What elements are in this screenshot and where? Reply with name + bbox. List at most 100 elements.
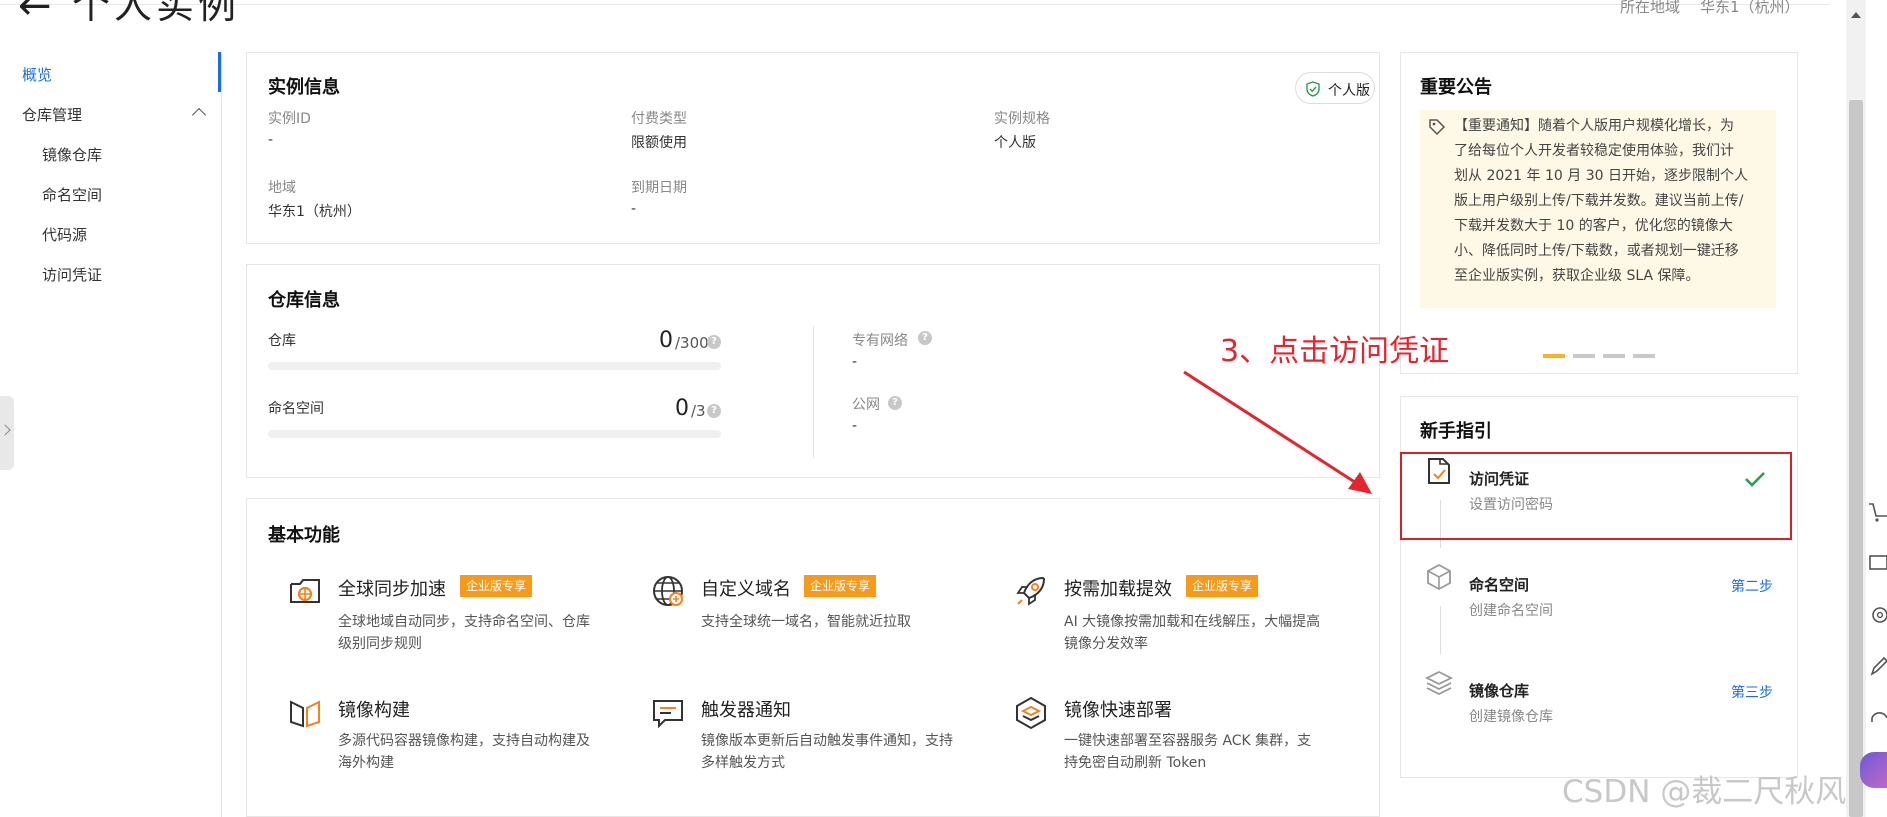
billing-type-value: 限额使用 — [631, 135, 687, 151]
announcement-line: 至企业版实例，获取企业级 SLA 保障。 — [1454, 268, 1700, 284]
back-arrow-icon[interactable]: ← — [18, 0, 52, 26]
shield-check-icon — [1306, 81, 1320, 97]
announcement-line: 【重要通知】随着个人版用户规模化增长，为 — [1454, 118, 1734, 134]
scroll-up-icon[interactable] — [1851, 12, 1861, 18]
carousel-dot[interactable] — [1603, 354, 1625, 358]
announcement-title: 重要公告 — [1420, 77, 1492, 98]
trigger-icon — [653, 700, 683, 729]
edit-icon[interactable] — [1866, 652, 1887, 682]
sidebar-item-code-source[interactable]: 代码源 — [42, 224, 87, 245]
edition-badge: 个人版 — [1295, 72, 1375, 104]
announcement-line: 版上用户级别上传/下载并发数。建议当前上传/ — [1454, 193, 1744, 209]
instance-id-value: - — [268, 132, 274, 148]
enterprise-tag: 企业版专享 — [460, 575, 533, 597]
features-card — [246, 498, 1380, 817]
expiry-date-label: 到期日期 — [631, 180, 687, 196]
feature-desc: AI 大镜像按需加载和在线解压，大幅提高 — [1064, 614, 1321, 630]
region-field-value: 华东1（杭州） — [268, 204, 361, 220]
namespace-usage-bar — [268, 430, 721, 438]
deploy-icon — [1016, 696, 1046, 730]
help-icon[interactable]: ? — [918, 331, 932, 345]
repo-info-divider — [813, 326, 814, 458]
help-icon[interactable]: ? — [707, 335, 721, 349]
repo-count-label: 仓库 — [268, 333, 296, 349]
layers-icon — [1424, 670, 1454, 696]
sidebar-item-namespace[interactable]: 命名空间 — [42, 184, 102, 205]
guide-step-title[interactable]: 命名空间 — [1469, 574, 1529, 595]
enterprise-tag: 企业版专享 — [804, 575, 877, 597]
header-divider — [0, 4, 1830, 5]
feature-desc: 多样触发方式 — [701, 755, 785, 771]
guide-connector — [1440, 606, 1441, 654]
feature-desc: 全球地域自动同步，支持命名空间、仓库 — [338, 614, 590, 630]
help-icon[interactable]: ? — [707, 404, 721, 418]
features-title: 基本功能 — [268, 525, 340, 546]
page-title: 个人实例 — [72, 0, 241, 27]
sidebar-item-overview[interactable]: 概览 — [22, 64, 52, 85]
watermark: CSDN @裁二尺秋风 — [1562, 774, 1847, 810]
region-value[interactable]: 华东1（杭州） — [1700, 0, 1800, 15]
region-field-label: 地域 — [268, 180, 296, 196]
sidebar-item-access-credential[interactable]: 访问凭证 — [42, 264, 102, 285]
highlight-box — [1400, 452, 1792, 540]
feature-desc: 镜像版本更新后自动触发事件通知，支持 — [701, 733, 953, 749]
guide-step-sub: 创建命名空间 — [1469, 603, 1553, 619]
feature-name: 镜像快速部署 — [1064, 700, 1172, 721]
billing-type-label: 付费类型 — [631, 111, 687, 127]
feature-desc: 级别同步规则 — [338, 636, 422, 652]
guide-step-title[interactable]: 访问凭证 — [1469, 468, 1529, 489]
sidebar-item-repo-management[interactable]: 仓库管理 — [22, 104, 82, 125]
carousel-dot[interactable] — [1633, 354, 1655, 358]
guide-step-sub: 创建镜像仓库 — [1469, 709, 1553, 725]
step-three-link[interactable]: 第三步 — [1731, 682, 1773, 702]
vpc-label: 专有网络 — [852, 333, 908, 349]
namespace-count-value: 0 — [675, 396, 689, 421]
annotation-arrow-icon — [1183, 370, 1372, 494]
feature-desc: 多源代码容器镜像构建，支持自动构建及 — [338, 733, 590, 749]
namespace-count-label: 命名空间 — [268, 401, 324, 417]
carousel-dot[interactable] — [1573, 354, 1595, 358]
headset-icon[interactable] — [1866, 704, 1887, 734]
build-icon — [290, 700, 320, 728]
feature-name: 镜像构建 — [338, 700, 410, 721]
cart-icon[interactable] — [1866, 496, 1887, 526]
feature-desc: 持免密自动刷新 Token — [1064, 755, 1207, 771]
instance-spec-label: 实例规格 — [994, 111, 1050, 127]
tag-icon — [1429, 119, 1446, 136]
credential-icon — [1428, 458, 1450, 484]
top-header: ← 个人实例 所在地域 华东1（杭州） — [0, 0, 1830, 38]
feature-desc: 镜像分发效率 — [1064, 636, 1148, 652]
instance-id-label: 实例ID — [268, 111, 311, 127]
announcement-line: 小、降低同时上传/下载数，或者规划一键迁移 — [1454, 243, 1739, 259]
feature-name: 触发器通知 — [701, 700, 791, 721]
annotation-text: 3、点击访问凭证 — [1220, 334, 1450, 369]
custom-domain-icon — [653, 576, 683, 606]
public-network-label: 公网 — [852, 397, 880, 413]
feature-name: 全球同步加速 — [338, 579, 446, 600]
repo-usage-bar — [268, 362, 721, 370]
sidebar: 概览 仓库管理 镜像仓库 命名空间 代码源 访问凭证 — [0, 52, 222, 817]
enterprise-tag: 企业版专享 — [1186, 575, 1259, 597]
announcement-line: 了给每位个人开发者较稳定使用体验，我们计 — [1454, 143, 1734, 159]
feature-desc: 支持全球统一域名，智能就近拉取 — [701, 614, 911, 630]
announcement-text: 【重要通知】随着个人版用户规模化增长，为 了给每位个人开发者较稳定使用体验，我们… — [1454, 114, 1770, 289]
sidebar-item-image-repo[interactable]: 镜像仓库 — [42, 144, 102, 165]
help-icon[interactable]: ? — [888, 396, 902, 410]
vpc-value: - — [852, 354, 858, 370]
guide-step-title[interactable]: 镜像仓库 — [1469, 680, 1529, 701]
chevron-up-icon[interactable] — [191, 107, 207, 123]
step-two-link[interactable]: 第二步 — [1731, 576, 1773, 596]
expiry-date-value: - — [631, 201, 637, 217]
feature-desc: 海外构建 — [338, 755, 394, 771]
monitor-icon[interactable] — [1866, 548, 1887, 578]
repo-count-value: 0 — [659, 328, 673, 353]
repo-info-title: 仓库信息 — [268, 290, 340, 311]
globe-sync-icon — [290, 579, 320, 603]
feature-desc: 一键快速部署至容器服务 ACK 集群，支 — [1064, 733, 1312, 749]
sidebar-active-indicator — [218, 52, 221, 92]
carousel-dot[interactable] — [1543, 354, 1565, 358]
gear-icon[interactable] — [1866, 600, 1887, 630]
assistant-avatar[interactable] — [1860, 752, 1887, 788]
feature-name: 按需加载提效 — [1064, 579, 1172, 600]
scrollbar-thumb[interactable] — [1849, 100, 1863, 817]
